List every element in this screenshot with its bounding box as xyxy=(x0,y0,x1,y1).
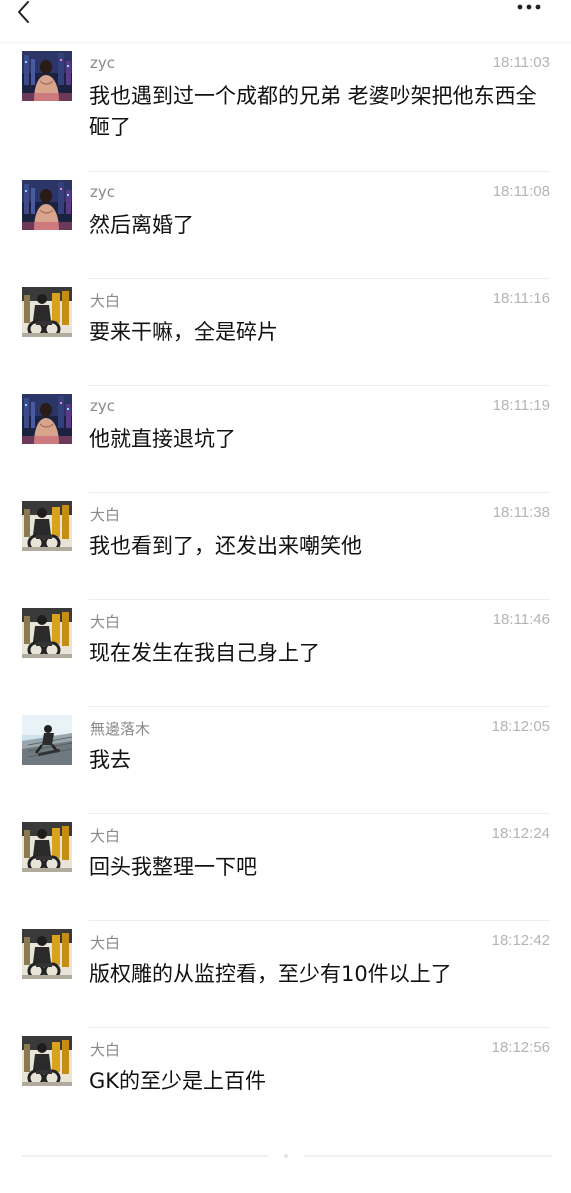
indicator-dot xyxy=(284,1154,288,1158)
avatar-zyc[interactable] xyxy=(22,51,72,101)
message-time: 18:11:08 xyxy=(492,183,550,200)
sender-name[interactable]: 大白 xyxy=(90,825,120,846)
avatar-dabai[interactable] xyxy=(22,822,72,872)
message-text: 然后离婚了 xyxy=(89,213,194,237)
message-item[interactable]: 大白 18:12:56 GK的至少是上百件 xyxy=(0,1028,571,1135)
message-text: 我也遇到过一个成都的兄弟 老婆吵架把他东西全砸了 xyxy=(89,84,537,139)
message-text: GK的至少是上百件 xyxy=(89,1069,267,1093)
message-text: 我也看到了，还发出来嘲笑他 xyxy=(89,534,362,558)
indicator-line xyxy=(304,1155,552,1157)
message-item[interactable]: 無邊落木 18:12:05 我去 xyxy=(0,707,571,814)
top-bar xyxy=(0,0,571,43)
message-time: 18:11:19 xyxy=(492,397,550,414)
sender-name[interactable]: 大白 xyxy=(90,504,120,525)
message-item[interactable]: 大白 18:12:42 版权雕的从监控看，至少有10件以上了 xyxy=(0,921,571,1028)
message-item[interactable]: zyc 18:11:03 我也遇到过一个成都的兄弟 老婆吵架把他东西全砸了 xyxy=(0,43,571,172)
more-horizontal-icon xyxy=(517,4,541,10)
message-item[interactable]: zyc 18:11:08 然后离婚了 xyxy=(0,172,571,279)
avatar-wubian[interactable] xyxy=(22,715,72,765)
sender-name[interactable]: 大白 xyxy=(90,932,120,953)
indicator-line xyxy=(22,1155,268,1157)
avatar-dabai[interactable] xyxy=(22,501,72,551)
avatar-zyc[interactable] xyxy=(22,394,72,444)
sender-name[interactable]: 無邊落木 xyxy=(90,718,150,739)
more-button[interactable] xyxy=(512,0,552,18)
avatar-zyc[interactable] xyxy=(22,180,72,230)
message-text: 我去 xyxy=(89,748,131,772)
message-time: 18:11:38 xyxy=(492,504,550,521)
message-item[interactable]: zyc 18:11:19 他就直接退坑了 xyxy=(0,386,571,493)
message-time: 18:12:56 xyxy=(491,1039,550,1056)
avatar-dabai[interactable] xyxy=(22,608,72,658)
message-text: 回头我整理一下吧 xyxy=(89,855,257,879)
message-text: 要来干嘛，全是碎片 xyxy=(89,320,278,344)
avatar-dabai[interactable] xyxy=(22,1036,72,1086)
avatar-dabai[interactable] xyxy=(22,929,72,979)
sender-name[interactable]: 大白 xyxy=(90,611,120,632)
message-item[interactable]: 大白 18:11:46 现在发生在我自己身上了 xyxy=(0,600,571,707)
message-time: 18:12:24 xyxy=(491,825,550,842)
message-text: 他就直接退坑了 xyxy=(89,427,236,451)
sender-name[interactable]: 大白 xyxy=(90,1039,120,1060)
message-time: 18:12:42 xyxy=(491,932,550,949)
message-time: 18:11:03 xyxy=(492,54,550,71)
message-time: 18:11:46 xyxy=(492,611,550,628)
back-button[interactable] xyxy=(14,0,44,24)
message-item[interactable]: 大白 18:11:16 要来干嘛，全是碎片 xyxy=(0,279,571,386)
sender-name[interactable]: zyc xyxy=(90,183,115,201)
avatar-dabai[interactable] xyxy=(22,287,72,337)
message-item[interactable]: 大白 18:12:24 回头我整理一下吧 xyxy=(0,814,571,921)
message-time: 18:11:16 xyxy=(492,290,550,307)
message-text: 版权雕的从监控看，至少有10件以上了 xyxy=(89,962,452,986)
message-item[interactable]: 大白 18:11:38 我也看到了，还发出来嘲笑他 xyxy=(0,493,571,600)
message-list[interactable]: zyc 18:11:03 我也遇到过一个成都的兄弟 老婆吵架把他东西全砸了 zy… xyxy=(0,43,571,1135)
sender-name[interactable]: zyc xyxy=(90,54,115,72)
chevron-left-icon xyxy=(18,1,29,23)
message-time: 18:12:05 xyxy=(491,718,550,735)
page-indicator xyxy=(22,1154,552,1158)
sender-name[interactable]: 大白 xyxy=(90,290,120,311)
message-text: 现在发生在我自己身上了 xyxy=(89,641,320,665)
sender-name[interactable]: zyc xyxy=(90,397,115,415)
